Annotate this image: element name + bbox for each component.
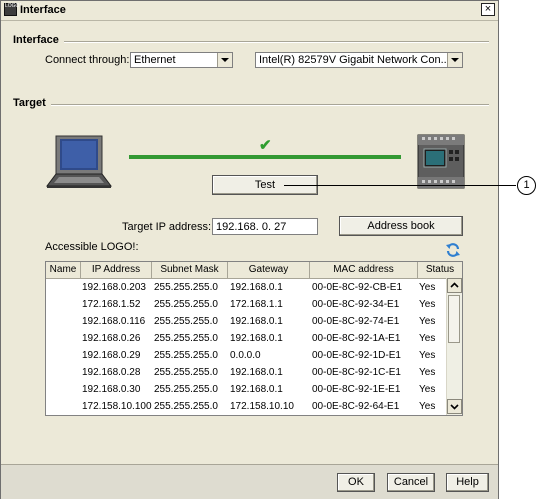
- column-header-subnet[interactable]: Subnet Mask: [152, 262, 228, 278]
- cell-mac: 00-0E-8C-92-1A-E1: [312, 333, 401, 344]
- chevron-down-icon[interactable]: [447, 53, 462, 67]
- table-row[interactable]: 172.168.1.52 255.255.255.0 172.168.1.1 0…: [46, 296, 446, 313]
- cell-gateway: 172.168.1.1: [230, 299, 283, 310]
- cell-subnet: 255.255.255.0: [154, 333, 218, 344]
- cell-gateway: 192.168.0.1: [230, 282, 283, 293]
- cancel-button[interactable]: Cancel: [387, 473, 435, 492]
- table-row[interactable]: 192.168.0.30 255.255.255.0 192.168.0.1 0…: [46, 381, 446, 398]
- column-header-gateway[interactable]: Gateway: [228, 262, 310, 278]
- refresh-icon[interactable]: [445, 242, 461, 258]
- table-header: Name IP Address Subnet Mask Gateway MAC …: [46, 262, 462, 279]
- chevron-down-icon: [450, 404, 459, 410]
- target-separator: [51, 104, 489, 106]
- column-header-name[interactable]: Name: [46, 262, 81, 278]
- scroll-down-button[interactable]: [447, 399, 462, 414]
- window-title: Interface: [20, 4, 66, 16]
- connect-through-value: Ethernet: [134, 54, 176, 66]
- target-section-label: Target: [13, 97, 46, 109]
- scroll-up-button[interactable]: [447, 278, 462, 293]
- interface-section-label: Interface: [13, 34, 59, 46]
- scroll-thumb[interactable]: [448, 295, 460, 343]
- title-bar: LOGO! Interface ×: [1, 1, 498, 21]
- cell-ip: 192.168.0.26: [82, 333, 141, 344]
- chevron-down-icon[interactable]: [217, 53, 232, 67]
- cell-status: Yes: [419, 367, 436, 378]
- interface-separator: [64, 41, 489, 43]
- cell-status: Yes: [419, 316, 436, 327]
- cell-status: Yes: [419, 384, 436, 395]
- logo-app-icon: LOGO!: [4, 3, 21, 16]
- table-vertical-scrollbar[interactable]: [446, 278, 462, 415]
- column-header-status[interactable]: Status: [418, 262, 462, 278]
- cell-status: Yes: [419, 282, 436, 293]
- dialog-button-bar: OK Cancel Help: [1, 464, 498, 499]
- cell-status: Yes: [419, 333, 436, 344]
- laptop-icon: [46, 135, 112, 188]
- table-row[interactable]: 192.168.0.116 255.255.255.0 192.168.0.1 …: [46, 313, 446, 330]
- logo-plc-icon: [417, 134, 465, 189]
- connection-line: [129, 155, 401, 159]
- cell-subnet: 255.255.255.0: [154, 316, 218, 327]
- cell-status: Yes: [419, 350, 436, 361]
- close-button[interactable]: ×: [481, 3, 495, 16]
- cell-gateway: 192.168.0.1: [230, 384, 283, 395]
- connect-through-select[interactable]: Ethernet: [130, 52, 233, 68]
- chevron-up-icon: [450, 282, 459, 288]
- cell-mac: 00-0E-8C-92-34-E1: [312, 299, 400, 310]
- address-book-button[interactable]: Address book: [339, 216, 463, 236]
- cell-subnet: 255.255.255.0: [154, 401, 218, 412]
- cell-mac: 00-0E-8C-92-CB-E1: [312, 282, 403, 293]
- callout-number: 1: [517, 176, 536, 195]
- cell-subnet: 255.255.255.0: [154, 367, 218, 378]
- cell-gateway: 192.168.0.1: [230, 316, 283, 327]
- table-row[interactable]: 192.168.0.29 255.255.255.0 0.0.0.0 00-0E…: [46, 347, 446, 364]
- table-row[interactable]: 192.168.0.26 255.255.255.0 192.168.0.1 0…: [46, 330, 446, 347]
- cell-mac: 00-0E-8C-92-1C-E1: [312, 367, 401, 378]
- callout-leader-line: [284, 185, 516, 186]
- cell-status: Yes: [419, 401, 436, 412]
- cell-ip: 192.168.0.28: [82, 367, 141, 378]
- cell-mac: 00-0E-8C-92-64-E1: [312, 401, 400, 412]
- cell-gateway: 192.168.0.1: [230, 367, 283, 378]
- check-icon: ✔: [259, 137, 272, 154]
- cell-mac: 00-0E-8C-92-74-E1: [312, 316, 400, 327]
- cell-ip: 192.168.0.29: [82, 350, 141, 361]
- accessible-logo-label: Accessible LOGO!:: [45, 241, 139, 253]
- ok-button[interactable]: OK: [337, 473, 375, 492]
- interface-dialog: LOGO! Interface × Interface Connect thro…: [0, 0, 499, 499]
- cell-ip: 172.158.10.100: [82, 401, 152, 412]
- cell-gateway: 192.168.0.1: [230, 333, 283, 344]
- connect-through-label: Connect through:: [45, 54, 130, 66]
- table-row[interactable]: 172.158.10.100 255.255.255.0 172.158.10.…: [46, 398, 446, 415]
- cell-mac: 00-0E-8C-92-1D-E1: [312, 350, 401, 361]
- target-ip-label: Target IP address:: [122, 221, 212, 233]
- cell-mac: 00-0E-8C-92-1E-E1: [312, 384, 401, 395]
- column-header-ip[interactable]: IP Address: [81, 262, 152, 278]
- network-adapter-select[interactable]: Intel(R) 82579V Gigabit Network Con...: [255, 52, 463, 68]
- table-row[interactable]: 192.168.0.28 255.255.255.0 192.168.0.1 0…: [46, 364, 446, 381]
- network-adapter-value: Intel(R) 82579V Gigabit Network Con...: [259, 54, 450, 66]
- cell-ip: 192.168.0.116: [82, 316, 146, 327]
- accessible-devices-table: Name IP Address Subnet Mask Gateway MAC …: [45, 261, 463, 416]
- cell-gateway: 172.158.10.10: [230, 401, 294, 412]
- cell-ip: 192.168.0.203: [82, 282, 146, 293]
- column-header-mac[interactable]: MAC address: [310, 262, 418, 278]
- cell-gateway: 0.0.0.0: [230, 350, 261, 361]
- help-button[interactable]: Help: [446, 473, 489, 492]
- target-ip-input[interactable]: 192.168. 0. 27: [212, 218, 318, 235]
- cell-ip: 192.168.0.30: [82, 384, 141, 395]
- cell-status: Yes: [419, 299, 436, 310]
- cell-subnet: 255.255.255.0: [154, 350, 218, 361]
- cell-ip: 172.168.1.52: [82, 299, 141, 310]
- cell-subnet: 255.255.255.0: [154, 282, 218, 293]
- table-row[interactable]: 192.168.0.203 255.255.255.0 192.168.0.1 …: [46, 279, 446, 296]
- cell-subnet: 255.255.255.0: [154, 299, 218, 310]
- cell-subnet: 255.255.255.0: [154, 384, 218, 395]
